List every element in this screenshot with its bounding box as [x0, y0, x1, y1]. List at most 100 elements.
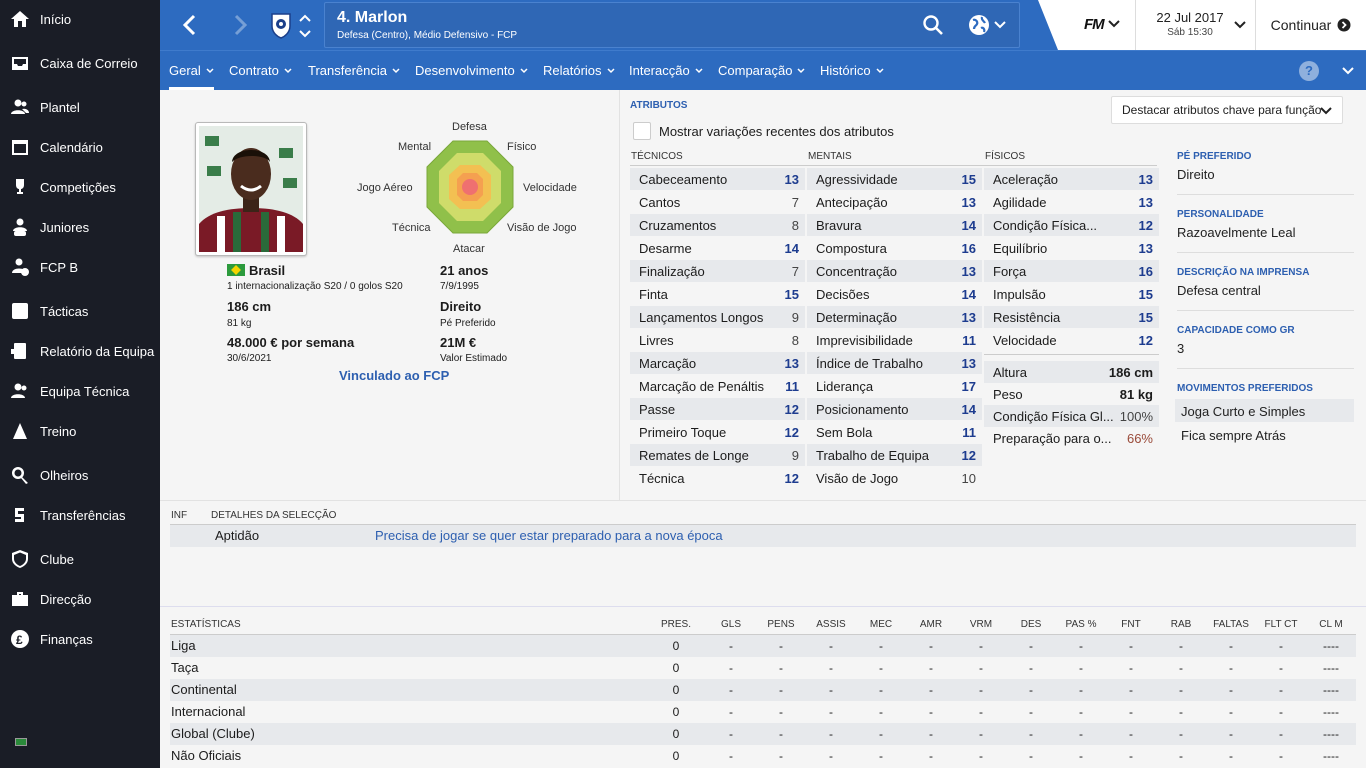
sidebar-item-clube[interactable]: Clube — [0, 543, 160, 575]
attribute-row[interactable]: Marcação de Penáltis 11 — [630, 375, 805, 397]
player-switch-icon[interactable] — [298, 12, 312, 40]
attribute-row[interactable]: Compostura 16 — [807, 237, 982, 259]
attribute-row[interactable]: Cabeceamento 13 — [630, 168, 805, 190]
sidebar-item-juniores[interactable]: Juniores — [0, 211, 160, 243]
sidebar-item-inicio[interactable]: Início — [0, 3, 160, 35]
preferred-move[interactable]: Fica sempre Atrás — [1181, 428, 1286, 443]
chevron-down-icon[interactable] — [1342, 66, 1354, 76]
tab-geral[interactable]: Geral — [169, 51, 214, 90]
attribute-row[interactable]: Índice de Trabalho 13 — [807, 352, 982, 374]
attribute-row[interactable]: Cruzamentos 8 — [630, 214, 805, 236]
stat-col-assis[interactable]: ASSIS — [811, 619, 851, 630]
tab-historico[interactable]: Histórico — [820, 51, 884, 90]
attribute-row[interactable]: Força 16 — [984, 260, 1159, 282]
sidebar-item-transferencias[interactable]: Transferências — [0, 499, 160, 531]
stat-col-flt-ct[interactable]: FLT CT — [1261, 619, 1301, 630]
tab-comparacao[interactable]: Comparação — [718, 51, 805, 90]
stats-row[interactable]: Internacional 0- - - - - - - - - - - - ---- — [170, 701, 1356, 723]
stat-col-rab[interactable]: RAB — [1161, 619, 1201, 630]
attribute-row[interactable]: Finta 15 — [630, 283, 805, 305]
search-icon[interactable] — [922, 14, 944, 36]
sidebar-item-treino[interactable]: Treino — [0, 415, 160, 447]
forward-arrow-icon[interactable] — [226, 12, 252, 38]
stats-row[interactable]: Taça 0- - - - - - - - - - - - ---- — [170, 657, 1356, 679]
chevron-down-icon[interactable] — [1108, 18, 1120, 30]
attribute-row[interactable]: Agressividade 15 — [807, 168, 982, 190]
fm-logo[interactable]: FM — [1084, 16, 1105, 33]
attribute-row[interactable]: Liderança 17 — [807, 375, 982, 397]
stat-col-gls[interactable]: GLS — [711, 619, 751, 630]
game-date[interactable]: 22 Jul 2017 — [1150, 10, 1230, 25]
attribute-row[interactable]: Desarme 14 — [630, 237, 805, 259]
attribute-row[interactable]: Marcação 13 — [630, 352, 805, 374]
sidebar-item-competicoes[interactable]: Competições — [0, 171, 160, 203]
attribute-row[interactable]: Antecipação 13 — [807, 191, 982, 213]
attribute-row[interactable]: Bravura 14 — [807, 214, 982, 236]
stat-col-mec[interactable]: MEC — [861, 619, 901, 630]
selection-detail-row[interactable]: Aptidão Precisa de jogar se quer estar p… — [170, 525, 1356, 547]
attribute-row[interactable]: Concentração 13 — [807, 260, 982, 282]
attribute-row[interactable]: Decisões 14 — [807, 283, 982, 305]
tab-transferencia[interactable]: Transferência — [308, 51, 400, 90]
stat-col-fnt[interactable]: FNT — [1111, 619, 1151, 630]
stat-col-des[interactable]: DES — [1011, 619, 1051, 630]
tab-contrato[interactable]: Contrato — [229, 51, 292, 90]
attribute-row[interactable]: Finalização 7 — [630, 260, 805, 282]
tab-interaccao[interactable]: Interacção — [629, 51, 703, 90]
stat-col-amr[interactable]: AMR — [911, 619, 951, 630]
attribute-row[interactable]: Visão de Jogo 10 — [807, 467, 982, 489]
club-crest-icon[interactable] — [270, 11, 292, 39]
stats-row[interactable]: Global (Clube) 0- - - - - - - - - - - - ---- — [170, 723, 1356, 745]
stat-col-faltas[interactable]: FALTAS — [1210, 619, 1252, 630]
attribute-row[interactable]: Remates de Longe 9 — [630, 444, 805, 466]
sidebar-item-caixa-de-correio[interactable]: Caixa de Correio — [0, 47, 160, 79]
show-variations-checkbox[interactable] — [633, 122, 651, 140]
tab-desenvolvimento[interactable]: Desenvolvimento — [415, 51, 528, 90]
attribute-row[interactable]: Posicionamento 14 — [807, 398, 982, 420]
statistics-heading: ESTATÍSTICAS — [171, 619, 241, 630]
attribute-row[interactable]: Passe 12 — [630, 398, 805, 420]
sidebar-item-fcp-b[interactable]: FCP B — [0, 251, 160, 283]
attribute-row[interactable]: Aceleração 13 — [984, 168, 1159, 190]
sidebar-item-equipa-tecnica[interactable]: Equipa Técnica — [0, 375, 160, 407]
stat-col-pres[interactable]: PRES. — [656, 619, 696, 630]
attribute-row[interactable]: Sem Bola 11 — [807, 421, 982, 443]
sidebar-item-calendario[interactable]: Calendário — [0, 131, 160, 163]
attribute-row[interactable]: Determinação 13 — [807, 306, 982, 328]
continue-button[interactable]: Continuar — [1256, 0, 1366, 50]
world-menu[interactable] — [968, 13, 1008, 37]
help-icon[interactable]: ? — [1299, 61, 1319, 81]
attribute-row[interactable]: Trabalho de Equipa 12 — [807, 444, 982, 466]
attribute-row[interactable]: Técnica 12 — [630, 467, 805, 489]
stats-row[interactable]: Não Oficiais 0- - - - - - - - - - - - ---- — [170, 745, 1356, 767]
chevron-down-icon[interactable] — [1234, 19, 1246, 31]
stats-row[interactable]: Liga 0- - - - - - - - - - - - ---- — [170, 635, 1356, 657]
stat-col-cl-m[interactable]: CL M — [1311, 619, 1351, 630]
attribute-row[interactable]: Impulsão 15 — [984, 283, 1159, 305]
tab-relatorios[interactable]: Relatórios — [543, 51, 615, 90]
sidebar-item-tacticas[interactable]: Tácticas — [0, 295, 160, 327]
attribute-row[interactable]: Resistência 15 — [984, 306, 1159, 328]
attribute-row[interactable]: Equilíbrio 13 — [984, 237, 1159, 259]
attribute-row[interactable]: Lançamentos Longos 9 — [630, 306, 805, 328]
attribute-row[interactable]: Primeiro Toque 12 — [630, 421, 805, 443]
stats-row[interactable]: Continental 0- - - - - - - - - - - - ---- — [170, 679, 1356, 701]
back-arrow-icon[interactable] — [178, 12, 204, 38]
sidebar-item-relatorio-da-equipa[interactable]: Relatório da Equipa — [0, 335, 160, 367]
attribute-row[interactable]: Agilidade 13 — [984, 191, 1159, 213]
club-link[interactable]: Vinculado ao FCP — [339, 368, 449, 383]
attribute-row[interactable]: Imprevisibilidade 11 — [807, 329, 982, 351]
sidebar-item-financas[interactable]: £ Finanças — [0, 623, 160, 655]
stat-col-vrm[interactable]: VRM — [961, 619, 1001, 630]
attribute-row[interactable]: Velocidade 12 — [984, 329, 1159, 351]
nation-name[interactable]: Brasil — [249, 263, 285, 278]
preferred-move[interactable]: Joga Curto e Simples — [1181, 404, 1305, 419]
stat-col-pens[interactable]: PENS — [761, 619, 801, 630]
sidebar-item-olheiros[interactable]: Olheiros — [0, 459, 160, 491]
sidebar-item-direccao[interactable]: Direcção — [0, 583, 160, 615]
attribute-row[interactable]: Condição Física... 12 — [984, 214, 1159, 236]
attribute-row[interactable]: Livres 8 — [630, 329, 805, 351]
stat-col-pas[interactable]: PAS % — [1061, 619, 1101, 630]
sidebar-item-plantel[interactable]: Plantel — [0, 91, 160, 123]
attribute-row[interactable]: Cantos 7 — [630, 191, 805, 213]
